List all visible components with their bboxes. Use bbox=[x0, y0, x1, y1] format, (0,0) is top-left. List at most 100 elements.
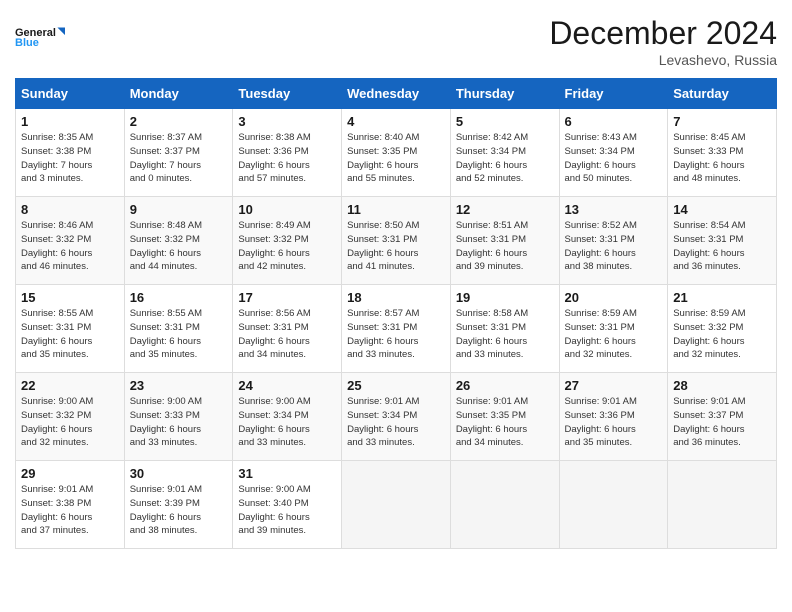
day-info: Sunrise: 8:37 AMSunset: 3:37 PMDaylight:… bbox=[130, 131, 228, 186]
calendar-cell: 25 Sunrise: 9:01 AMSunset: 3:34 PMDayligh… bbox=[342, 373, 451, 461]
day-number: 30 bbox=[130, 466, 228, 481]
calendar-cell: 16 Sunrise: 8:55 AMSunset: 3:31 PMDayligh… bbox=[124, 285, 233, 373]
day-info: Sunrise: 8:54 AMSunset: 3:31 PMDaylight:… bbox=[673, 219, 771, 274]
calendar-cell: 26Sunrise: 9:01 AMSunset: 3:35 PMDayligh… bbox=[450, 373, 559, 461]
calendar-table: SundayMondayTuesdayWednesdayThursdayFrid… bbox=[15, 78, 777, 549]
day-info: Sunrise: 9:00 AMSunset: 3:32 PMDaylight:… bbox=[21, 395, 119, 450]
calendar-cell: 4 Sunrise: 8:40 AMSunset: 3:35 PMDaylight… bbox=[342, 109, 451, 197]
day-number: 31 bbox=[238, 466, 336, 481]
calendar-cell: 8Sunrise: 8:46 AMSunset: 3:32 PMDaylight… bbox=[16, 197, 125, 285]
calendar-cell: 30 Sunrise: 9:01 AMSunset: 3:39 PMDayligh… bbox=[124, 461, 233, 549]
day-number: 18 bbox=[347, 290, 445, 305]
calendar-cell: 19 Sunrise: 8:58 AMSunset: 3:31 PMDayligh… bbox=[450, 285, 559, 373]
calendar-cell: 6 Sunrise: 8:43 AMSunset: 3:34 PMDaylight… bbox=[559, 109, 668, 197]
logo-svg: General Blue bbox=[15, 15, 65, 60]
day-info: Sunrise: 8:57 AMSunset: 3:31 PMDaylight:… bbox=[347, 307, 445, 362]
day-info: Sunrise: 8:59 AMSunset: 3:31 PMDaylight:… bbox=[565, 307, 663, 362]
calendar-cell: 2 Sunrise: 8:37 AMSunset: 3:37 PMDaylight… bbox=[124, 109, 233, 197]
day-info: Sunrise: 8:40 AMSunset: 3:35 PMDaylight:… bbox=[347, 131, 445, 186]
calendar-cell: 28 Sunrise: 9:01 AMSunset: 3:37 PMDayligh… bbox=[668, 373, 777, 461]
day-number: 24 bbox=[238, 378, 336, 393]
weekday-header-friday: Friday bbox=[559, 79, 668, 109]
calendar-cell: 23 Sunrise: 9:00 AMSunset: 3:33 PMDayligh… bbox=[124, 373, 233, 461]
calendar-cell: 3 Sunrise: 8:38 AMSunset: 3:36 PMDaylight… bbox=[233, 109, 342, 197]
calendar-cell: 27 Sunrise: 9:01 AMSunset: 3:36 PMDayligh… bbox=[559, 373, 668, 461]
day-number: 6 bbox=[565, 114, 663, 129]
calendar-cell bbox=[450, 461, 559, 549]
day-number: 27 bbox=[565, 378, 663, 393]
day-info: Sunrise: 8:56 AMSunset: 3:31 PMDaylight:… bbox=[238, 307, 336, 362]
day-number: 19 bbox=[456, 290, 554, 305]
day-number: 7 bbox=[673, 114, 771, 129]
page-header: General Blue December 2024 Levashevo, Ru… bbox=[15, 15, 777, 68]
day-number: 4 bbox=[347, 114, 445, 129]
day-info: Sunrise: 8:50 AMSunset: 3:31 PMDaylight:… bbox=[347, 219, 445, 274]
day-number: 3 bbox=[238, 114, 336, 129]
calendar-cell: 1 Sunrise: 8:35 AMSunset: 3:38 PMDaylight… bbox=[16, 109, 125, 197]
day-number: 5 bbox=[456, 114, 554, 129]
weekday-header-sunday: Sunday bbox=[16, 79, 125, 109]
calendar-cell: 29 Sunrise: 9:01 AMSunset: 3:38 PMDayligh… bbox=[16, 461, 125, 549]
day-info: Sunrise: 9:01 AMSunset: 3:36 PMDaylight:… bbox=[565, 395, 663, 450]
day-info: Sunrise: 8:35 AMSunset: 3:38 PMDaylight:… bbox=[21, 131, 119, 186]
calendar-cell: 18 Sunrise: 8:57 AMSunset: 3:31 PMDayligh… bbox=[342, 285, 451, 373]
calendar-cell: 24 Sunrise: 9:00 AMSunset: 3:34 PMDayligh… bbox=[233, 373, 342, 461]
day-info: Sunrise: 9:00 AMSunset: 3:33 PMDaylight:… bbox=[130, 395, 228, 450]
day-number: 8 bbox=[21, 202, 119, 217]
day-number: 28 bbox=[673, 378, 771, 393]
svg-text:Blue: Blue bbox=[15, 37, 39, 49]
calendar-cell bbox=[559, 461, 668, 549]
day-info: Sunrise: 9:01 AMSunset: 3:39 PMDaylight:… bbox=[130, 483, 228, 538]
day-info: Sunrise: 8:58 AMSunset: 3:31 PMDaylight:… bbox=[456, 307, 554, 362]
day-number: 1 bbox=[21, 114, 119, 129]
weekday-header-thursday: Thursday bbox=[450, 79, 559, 109]
calendar-cell: 7Sunrise: 8:45 AMSunset: 3:33 PMDaylight… bbox=[668, 109, 777, 197]
day-info: Sunrise: 9:01 AMSunset: 3:34 PMDaylight:… bbox=[347, 395, 445, 450]
day-info: Sunrise: 8:55 AMSunset: 3:31 PMDaylight:… bbox=[130, 307, 228, 362]
day-info: Sunrise: 9:01 AMSunset: 3:38 PMDaylight:… bbox=[21, 483, 119, 538]
day-info: Sunrise: 8:43 AMSunset: 3:34 PMDaylight:… bbox=[565, 131, 663, 186]
calendar-cell: 31 Sunrise: 9:00 AMSunset: 3:40 PMDayligh… bbox=[233, 461, 342, 549]
weekday-header-monday: Monday bbox=[124, 79, 233, 109]
calendar-cell: 22 Sunrise: 9:00 AMSunset: 3:32 PMDayligh… bbox=[16, 373, 125, 461]
day-info: Sunrise: 8:51 AMSunset: 3:31 PMDaylight:… bbox=[456, 219, 554, 274]
day-info: Sunrise: 8:52 AMSunset: 3:31 PMDaylight:… bbox=[565, 219, 663, 274]
title-section: December 2024 Levashevo, Russia bbox=[549, 15, 777, 68]
calendar-cell bbox=[668, 461, 777, 549]
day-number: 23 bbox=[130, 378, 228, 393]
day-info: Sunrise: 8:48 AMSunset: 3:32 PMDaylight:… bbox=[130, 219, 228, 274]
day-number: 10 bbox=[238, 202, 336, 217]
day-number: 25 bbox=[347, 378, 445, 393]
day-number: 21 bbox=[673, 290, 771, 305]
calendar-cell: 5 Sunrise: 8:42 AMSunset: 3:34 PMDaylight… bbox=[450, 109, 559, 197]
month-title: December 2024 bbox=[549, 15, 777, 52]
weekday-header-wednesday: Wednesday bbox=[342, 79, 451, 109]
day-number: 16 bbox=[130, 290, 228, 305]
weekday-header-saturday: Saturday bbox=[668, 79, 777, 109]
day-info: Sunrise: 9:01 AMSunset: 3:37 PMDaylight:… bbox=[673, 395, 771, 450]
day-info: Sunrise: 9:00 AMSunset: 3:34 PMDaylight:… bbox=[238, 395, 336, 450]
calendar-cell: 10 Sunrise: 8:49 AMSunset: 3:32 PMDayligh… bbox=[233, 197, 342, 285]
day-info: Sunrise: 9:00 AMSunset: 3:40 PMDaylight:… bbox=[238, 483, 336, 538]
calendar-cell: 21 Sunrise: 8:59 AMSunset: 3:32 PMDayligh… bbox=[668, 285, 777, 373]
day-number: 22 bbox=[21, 378, 119, 393]
calendar-cell: 17 Sunrise: 8:56 AMSunset: 3:31 PMDayligh… bbox=[233, 285, 342, 373]
day-number: 13 bbox=[565, 202, 663, 217]
day-info: Sunrise: 8:59 AMSunset: 3:32 PMDaylight:… bbox=[673, 307, 771, 362]
day-info: Sunrise: 8:49 AMSunset: 3:32 PMDaylight:… bbox=[238, 219, 336, 274]
calendar-cell: 15Sunrise: 8:55 AMSunset: 3:31 PMDayligh… bbox=[16, 285, 125, 373]
calendar-cell bbox=[342, 461, 451, 549]
location: Levashevo, Russia bbox=[549, 52, 777, 68]
day-info: Sunrise: 8:42 AMSunset: 3:34 PMDaylight:… bbox=[456, 131, 554, 186]
logo: General Blue bbox=[15, 15, 65, 60]
day-number: 2 bbox=[130, 114, 228, 129]
day-number: 17 bbox=[238, 290, 336, 305]
day-number: 29 bbox=[21, 466, 119, 481]
day-info: Sunrise: 8:38 AMSunset: 3:36 PMDaylight:… bbox=[238, 131, 336, 186]
day-number: 14 bbox=[673, 202, 771, 217]
day-number: 20 bbox=[565, 290, 663, 305]
day-number: 15 bbox=[21, 290, 119, 305]
weekday-header-tuesday: Tuesday bbox=[233, 79, 342, 109]
day-number: 9 bbox=[130, 202, 228, 217]
day-info: Sunrise: 9:01 AMSunset: 3:35 PMDaylight:… bbox=[456, 395, 554, 450]
